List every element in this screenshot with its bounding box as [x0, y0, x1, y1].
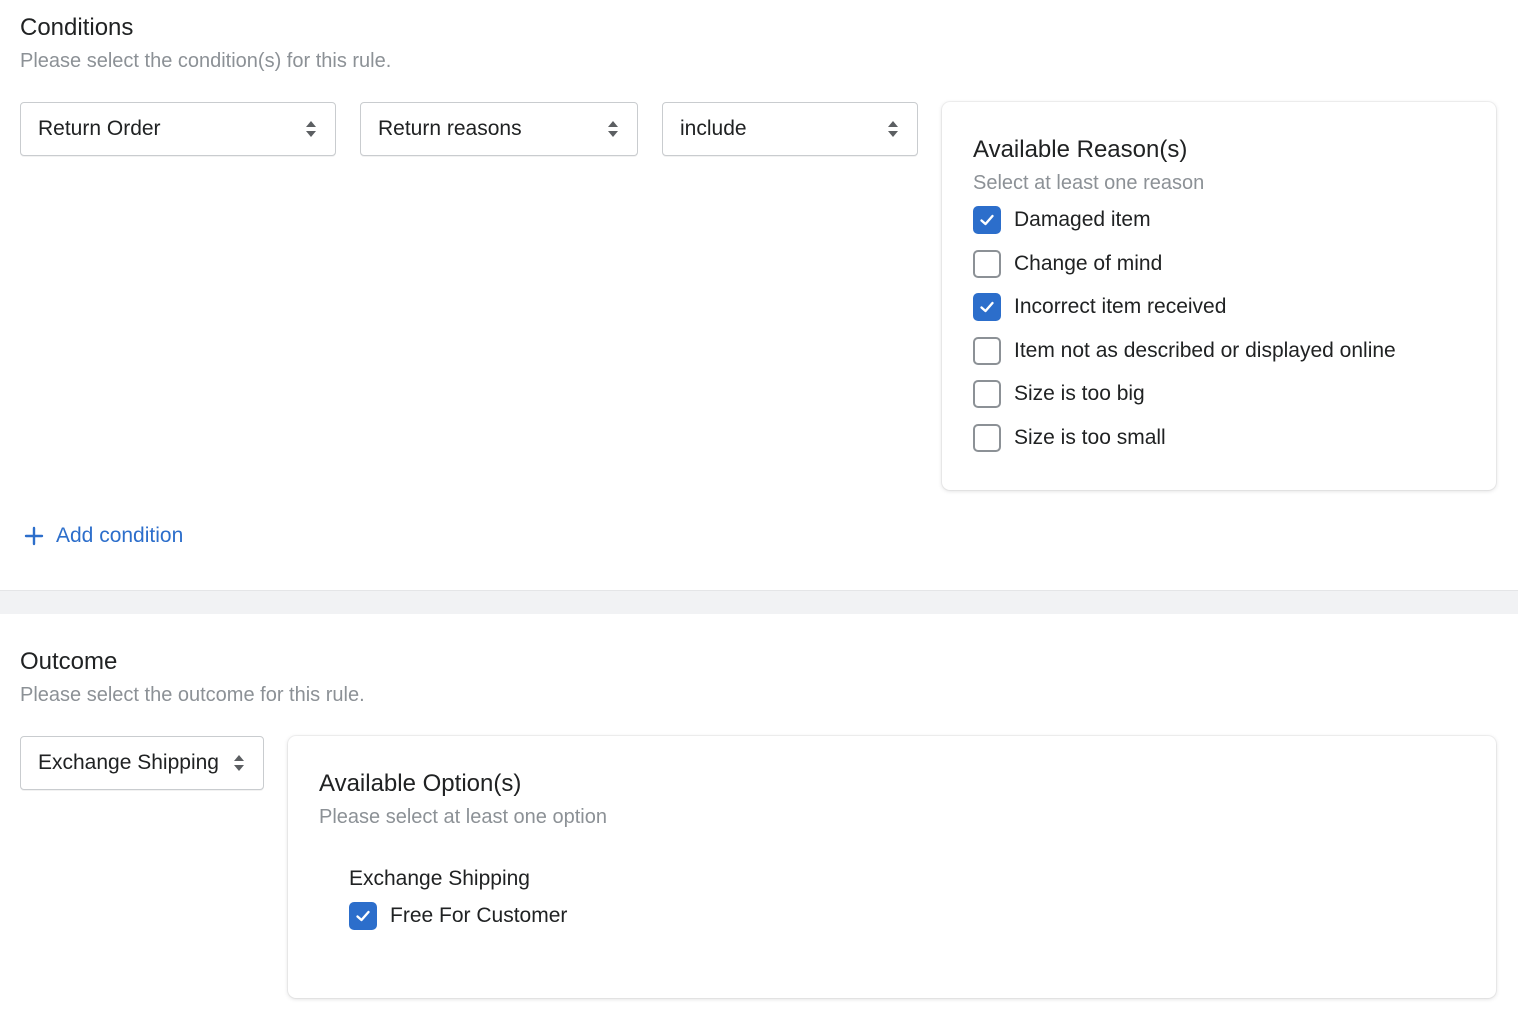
field-select[interactable]: Return reasons [360, 102, 638, 156]
checkbox[interactable] [973, 206, 1001, 234]
checkbox-label: Free For Customer [390, 904, 568, 927]
section-divider [0, 590, 1518, 614]
checkbox[interactable] [973, 380, 1001, 408]
checkbox-label: Change of mind [1014, 252, 1163, 275]
checkbox[interactable] [973, 424, 1001, 452]
entity-select[interactable]: Return Order [20, 102, 336, 156]
option-free-for-customer[interactable]: Free For Customer [349, 902, 567, 930]
reason-item-not-as-described[interactable]: Item not as described or displayed onlin… [973, 337, 1396, 365]
outcome-subtitle: Please select the outcome for this rule. [20, 684, 365, 706]
plus-icon [24, 526, 44, 546]
available-options-card: Available Option(s) Please select at lea… [288, 736, 1496, 998]
checkbox-label: Size is too small [1014, 426, 1166, 449]
select-arrows-icon [306, 121, 316, 137]
operator-select-value: include [680, 117, 747, 140]
reason-size-too-big[interactable]: Size is too big [973, 380, 1145, 408]
checkmark-icon [980, 214, 994, 226]
reason-change-of-mind[interactable]: Change of mind [973, 250, 1162, 278]
outcome-select[interactable]: Exchange Shipping [20, 736, 264, 790]
checkbox-label: Damaged item [1014, 208, 1151, 231]
conditions-subtitle: Please select the condition(s) for this … [20, 50, 392, 72]
checkmark-icon [980, 301, 994, 313]
outcome-title: Outcome [20, 648, 118, 675]
available-reasons-subtitle: Select at least one reason [973, 172, 1205, 194]
checkbox[interactable] [973, 250, 1001, 278]
available-reasons-title: Available Reason(s) [973, 136, 1188, 163]
add-condition-label: Add condition [56, 524, 184, 547]
available-reasons-card: Available Reason(s) Select at least one … [942, 102, 1496, 490]
add-condition-button[interactable]: Add condition [24, 524, 183, 548]
checkbox-label: Incorrect item received [1014, 295, 1227, 318]
select-arrows-icon [234, 755, 244, 771]
entity-select-value: Return Order [38, 117, 161, 140]
field-select-value: Return reasons [378, 117, 522, 140]
checkbox-label: Item not as described or displayed onlin… [1014, 339, 1396, 362]
checkbox[interactable] [349, 902, 377, 930]
available-options-title: Available Option(s) [319, 770, 522, 797]
checkmark-icon [356, 910, 370, 922]
checkbox-label: Size is too big [1014, 382, 1145, 405]
checkbox[interactable] [973, 337, 1001, 365]
reason-damaged-item[interactable]: Damaged item [973, 206, 1151, 234]
conditions-title: Conditions [20, 14, 134, 41]
select-arrows-icon [888, 121, 898, 137]
select-arrows-icon [608, 121, 618, 137]
outcome-select-value: Exchange Shipping [38, 751, 219, 774]
reason-incorrect-item-received[interactable]: Incorrect item received [973, 293, 1226, 321]
available-options-subtitle: Please select at least one option [319, 806, 607, 828]
checkbox[interactable] [973, 293, 1001, 321]
operator-select[interactable]: include [662, 102, 918, 156]
options-group-label: Exchange Shipping [349, 867, 530, 890]
reason-size-too-small[interactable]: Size is too small [973, 424, 1166, 452]
